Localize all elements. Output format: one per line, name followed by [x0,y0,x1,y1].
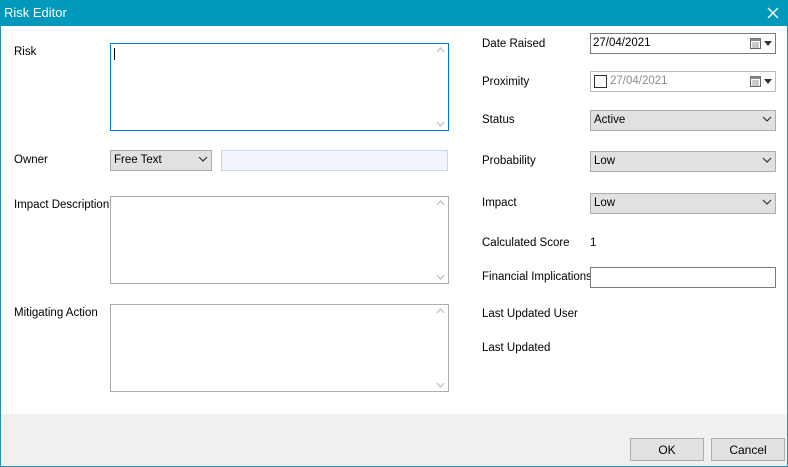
status-label: Status [482,114,515,126]
last-updated-label: Last Updated [482,342,551,354]
date-raised-value: 27/04/2021 [593,37,651,49]
cancel-button[interactable]: Cancel [711,438,785,461]
risk-label: Risk [14,46,37,58]
proximity-value: 27/04/2021 [610,75,668,87]
probability-label: Probability [482,155,536,167]
scroll-down-arrow-icon[interactable] [436,382,445,388]
financial-implications-label: Financial Implications [482,271,592,283]
mitigating-action-textarea[interactable] [110,304,449,392]
last-updated-user-label: Last Updated User [482,308,578,320]
dialog-footer: OK Cancel [0,414,788,467]
calculated-score-value: 1 [590,237,597,249]
scroll-down-arrow-icon[interactable] [436,274,445,280]
close-button[interactable] [758,0,788,26]
scroll-down-arrow-icon[interactable] [436,121,445,127]
chevron-down-icon [762,157,772,163]
financial-implications-input[interactable] [590,267,776,288]
proximity-picker[interactable]: 27/04/2021 [590,71,776,92]
form-area: Risk Owner Free Text Impact Description … [0,26,788,414]
window-title: Risk Editor [4,5,67,20]
scroll-up-arrow-icon[interactable] [436,200,445,206]
calculated-score-label: Calculated Score [482,237,570,249]
ok-button[interactable]: OK [630,438,704,461]
status-value: Active [594,114,626,126]
owner-type-value: Free Text [114,154,162,166]
mitigating-action-label: Mitigating Action [14,307,98,319]
chevron-down-icon[interactable] [764,41,772,46]
calendar-icon[interactable] [750,38,761,49]
impact-label: Impact [482,197,517,209]
scroll-up-arrow-icon[interactable] [436,47,445,53]
close-icon [767,7,779,19]
risk-textarea[interactable] [110,43,449,131]
date-raised-label: Date Raised [482,38,546,50]
proximity-label: Proximity [482,76,530,88]
owner-type-select[interactable]: Free Text [110,150,212,171]
chevron-down-icon [762,199,772,205]
impact-description-textarea[interactable] [110,196,449,284]
date-raised-picker[interactable]: 27/04/2021 [590,33,776,54]
risk-scrollbar[interactable] [432,44,448,130]
proximity-checkbox[interactable] [594,75,607,88]
chevron-down-icon [198,156,208,162]
status-select[interactable]: Active [590,110,776,131]
impact-description-label: Impact Description [14,199,110,211]
impact-select[interactable]: Low [590,193,776,214]
chevron-down-icon[interactable] [764,79,772,84]
mitigating-action-scrollbar[interactable] [432,305,448,391]
owner-label: Owner [14,154,48,166]
calendar-icon[interactable] [750,76,761,87]
title-bar: Risk Editor [0,0,788,26]
chevron-down-icon [762,116,772,122]
text-caret [114,48,115,60]
impact-value: Low [594,197,616,209]
scroll-up-arrow-icon[interactable] [436,308,445,314]
probability-select[interactable]: Low [590,151,776,172]
probability-value: Low [594,155,616,167]
owner-text-input[interactable] [221,150,448,171]
impact-description-scrollbar[interactable] [432,197,448,283]
